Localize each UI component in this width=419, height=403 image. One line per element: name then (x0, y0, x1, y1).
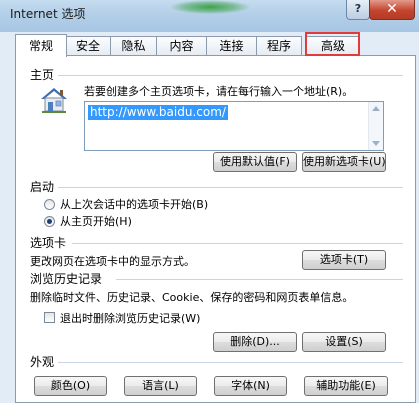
tab-content[interactable]: 内容 (156, 36, 207, 56)
tabs-description: 更改网页在选项卡中的显示方式。 (30, 255, 195, 268)
window-title: Internet 选项 (10, 7, 86, 21)
tab-connections[interactable]: 连接 (206, 36, 257, 56)
radio-last-session[interactable] (44, 199, 55, 210)
tabs-heading: 选项卡 (30, 236, 67, 250)
delete-on-exit-checkbox[interactable] (44, 312, 55, 323)
homepage-divider (58, 75, 403, 76)
radio-homepage-label: 从主页开始(H) (60, 215, 132, 228)
fonts-button[interactable]: 字体(N) (214, 376, 287, 396)
url-scrollbar[interactable] (368, 102, 383, 150)
use-new-tab-button[interactable]: 使用新选项卡(U) (302, 152, 386, 172)
colors-button[interactable]: 颜色(O) (34, 376, 107, 396)
tab-privacy[interactable]: 隐私 (110, 36, 157, 56)
title-bar: Internet 选项 ? ✕ (0, 0, 419, 32)
languages-button[interactable]: 语言(L) (124, 376, 197, 396)
delete-history-button[interactable]: 删除(D)... (213, 332, 297, 352)
homepage-url-input[interactable]: http://www.baidu.com/ (84, 101, 384, 151)
homepage-heading: 主页 (30, 68, 55, 82)
history-heading: 浏览历史记录 (30, 272, 103, 286)
scroll-up-icon[interactable] (372, 106, 380, 111)
history-divider (116, 279, 403, 280)
homepage-url-text: http://www.baidu.com/ (88, 105, 228, 120)
general-panel: 主页 若要创建多个主页选项卡，请在每行输入一个地址(R)。 http://www… (15, 55, 416, 403)
tabs-divider (72, 243, 403, 244)
appearance-divider (58, 362, 403, 363)
radio-last-session-label: 从上次会话中的选项卡开始(B) (60, 198, 209, 211)
title-bar-glow (170, 0, 250, 14)
accessibility-button[interactable]: 辅助功能(E) (304, 376, 388, 396)
tabs-settings-button[interactable]: 选项卡(T) (302, 250, 386, 270)
history-description: 删除临时文件、历史记录、Cookie、保存的密码和网页表单信息。 (30, 291, 354, 304)
help-button[interactable]: ? (346, 0, 370, 20)
tab-general[interactable]: 常规 (15, 34, 67, 57)
startup-divider (58, 187, 403, 188)
tab-security[interactable]: 安全 (65, 36, 111, 56)
appearance-heading: 外观 (30, 355, 55, 369)
house-icon (41, 88, 67, 113)
history-settings-button[interactable]: 设置(S) (302, 332, 386, 352)
startup-heading: 启动 (30, 180, 55, 194)
tab-highlight-box (305, 32, 360, 56)
tab-programs[interactable]: 程序 (256, 36, 302, 56)
scroll-down-icon[interactable] (372, 141, 380, 146)
homepage-description: 若要创建多个主页选项卡，请在每行输入一个地址(R)。 (84, 85, 354, 98)
use-default-button[interactable]: 使用默认值(F) (213, 152, 297, 172)
close-button[interactable]: ✕ (369, 0, 415, 20)
delete-on-exit-label: 退出时删除浏览历史记录(W) (60, 312, 201, 325)
radio-homepage[interactable] (44, 216, 55, 227)
